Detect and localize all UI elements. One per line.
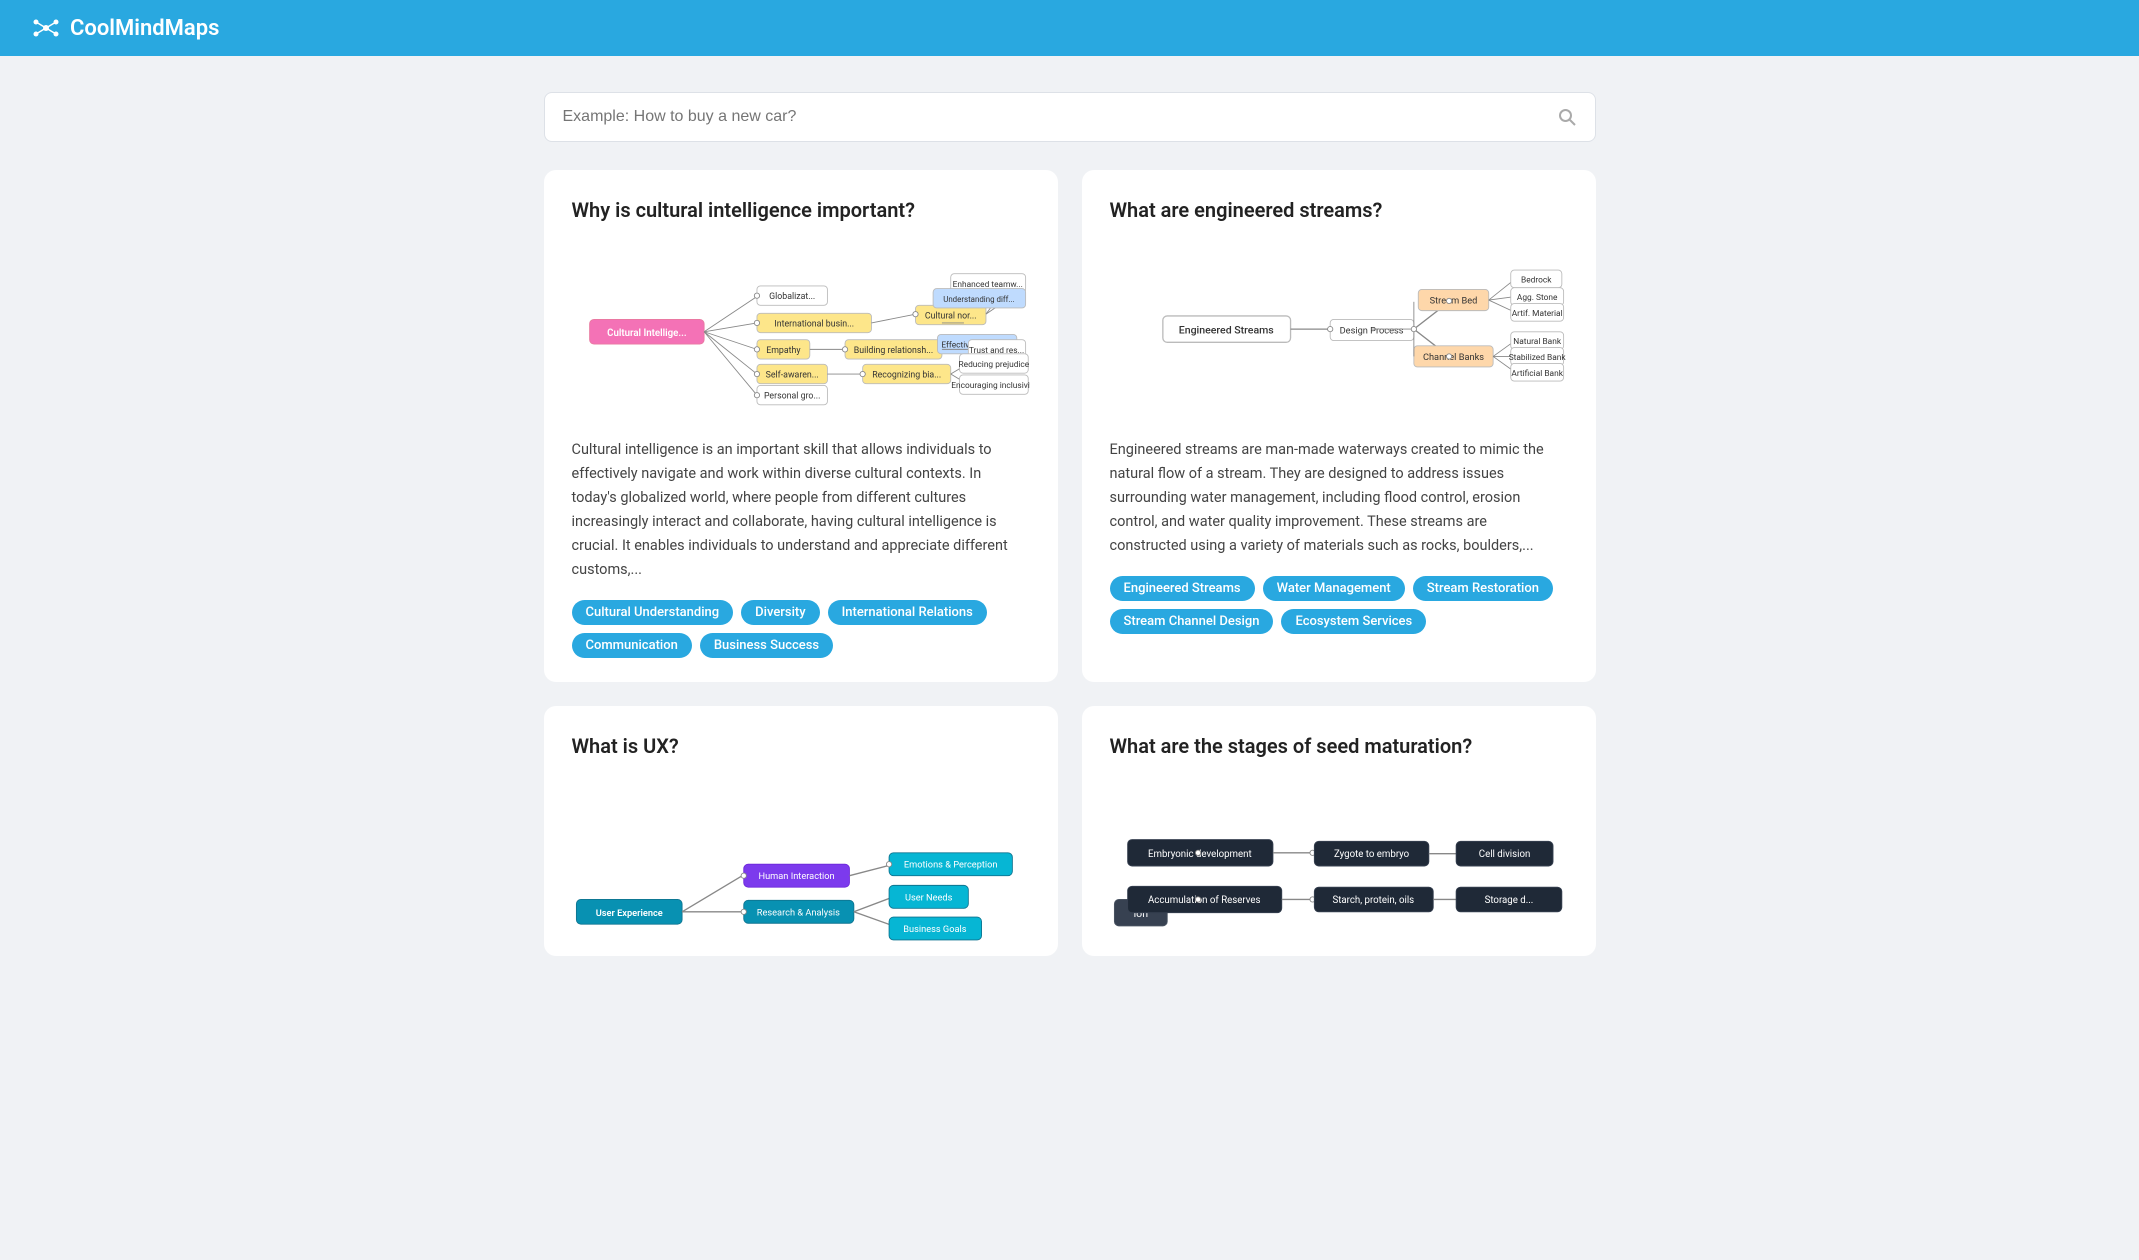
svg-text:Cell division: Cell division [1478,849,1530,860]
card-engineered-streams: What are engineered streams? Engineered … [1082,170,1596,682]
svg-text:Globalizat...: Globalizat... [769,292,815,302]
svg-text:International busin...: International busin... [774,319,854,329]
svg-text:Agg. Stone: Agg. Stone [1516,293,1557,303]
search-icon [1557,107,1577,127]
svg-text:Self-awaren...: Self-awaren... [765,371,818,381]
svg-text:Zygote to embryo: Zygote to embryo [1333,849,1409,860]
svg-text:Recognizing bia...: Recognizing bia... [872,371,941,381]
card-title-seed: What are the stages of seed maturation? [1110,734,1568,758]
svg-text:User Experience: User Experience [595,908,662,919]
app-name: CoolMindMaps [70,16,219,41]
svg-text:Storage d...: Storage d... [1484,895,1533,906]
svg-text:Research & Analysis: Research & Analysis [756,907,839,918]
svg-text:Business Goals: Business Goals [903,924,966,935]
svg-text:User Needs: User Needs [904,892,952,903]
tag-diversity[interactable]: Diversity [741,600,819,625]
tag-stream-channel-design[interactable]: Stream Channel Design [1110,609,1274,634]
tags-cultural: Cultural Understanding Diversity Interna… [572,600,1030,658]
card-ux: What is UX? User Experience Human Intera… [544,706,1058,956]
svg-text:Artificial Bank: Artificial Bank [1511,369,1563,379]
tag-international-relations[interactable]: International Relations [828,600,987,625]
tag-business-success[interactable]: Business Success [700,633,833,658]
tag-cultural-understanding[interactable]: Cultural Understanding [572,600,734,625]
svg-text:Bedrock: Bedrock [1521,275,1552,285]
svg-text:Building relationsh...: Building relationsh... [853,346,932,356]
svg-text:Engineered Streams: Engineered Streams [1178,324,1273,337]
svg-text:Personal gro...: Personal gro... [763,392,819,402]
app-header: CoolMindMaps [0,0,2139,56]
card-cultural-intelligence: Why is cultural intelligence important? … [544,170,1058,682]
svg-text:Artif. Material: Artif. Material [1511,309,1562,319]
card-title-ux: What is UX? [572,734,1030,758]
tag-communication[interactable]: Communication [572,633,692,658]
svg-text:Natural Bank: Natural Bank [1513,337,1562,347]
cards-grid: Why is cultural intelligence important? … [520,170,1620,996]
svg-text:Cultural Intellige...: Cultural Intellige... [607,328,687,339]
card-title-engineered: What are engineered streams? [1110,198,1568,222]
mindmap-cultural: Cultural Intellige... Globalizat... Inte… [572,240,1030,420]
mindmap-ux: User Experience Human Interaction Emotio… [572,776,1030,956]
svg-text:Stream Bed: Stream Bed [1429,296,1477,307]
tags-engineered: Engineered Streams Water Management Stre… [1110,576,1568,634]
mindmap-seed: ion Embryonic development Zygote to embr… [1110,776,1568,956]
app-logo: CoolMindMaps [32,14,219,42]
logo-icon [32,14,60,42]
svg-text:Understanding diff...: Understanding diff... [943,295,1014,304]
card-title-cultural: Why is cultural intelligence important? [572,198,1030,222]
svg-text:Encouraging inclusivity: Encouraging inclusivity [951,381,1030,391]
search-input[interactable] [563,108,1547,126]
svg-text:Cultural nor...: Cultural nor... [924,312,976,322]
svg-text:Emotions & Perception: Emotions & Perception [903,859,997,870]
tag-ecosystem-services[interactable]: Ecosystem Services [1281,609,1426,634]
mindmap-engineered: Engineered Streams Design Process Stream… [1110,240,1568,420]
search-bar [544,92,1596,142]
card-seed-maturation: What are the stages of seed maturation? … [1082,706,1596,956]
svg-text:Design Process: Design Process [1339,326,1403,337]
tag-water-management[interactable]: Water Management [1263,576,1405,601]
svg-text:Reducing prejudice: Reducing prejudice [958,360,1029,370]
svg-text:Starch, protein, oils: Starch, protein, oils [1332,895,1414,906]
svg-text:Accumulation of Reserves: Accumulation of Reserves [1147,895,1260,906]
tag-engineered-streams[interactable]: Engineered Streams [1110,576,1255,601]
svg-text:Empathy: Empathy [766,346,801,356]
card-description-engineered: Engineered streams are man-made waterway… [1110,438,1568,558]
card-description-cultural: Cultural intelligence is an important sk… [572,438,1030,582]
svg-text:Human Interaction: Human Interaction [758,871,834,882]
svg-text:Channel Banks: Channel Banks [1422,352,1483,363]
search-container [520,92,1620,142]
tag-stream-restoration[interactable]: Stream Restoration [1413,576,1553,601]
svg-text:Stabilized Bank: Stabilized Bank [1508,353,1566,363]
